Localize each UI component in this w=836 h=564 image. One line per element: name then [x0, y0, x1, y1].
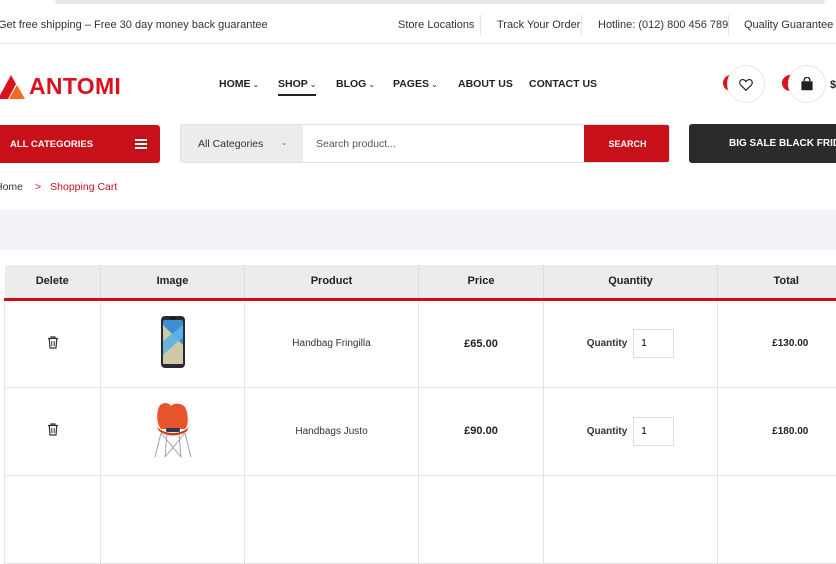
- breadcrumb-current: Shopping Cart: [50, 181, 117, 193]
- nav-shop[interactable]: SHOP⌄: [278, 78, 316, 90]
- store-locations-link[interactable]: Store Locations: [398, 19, 474, 31]
- breadcrumb-home[interactable]: Home: [0, 181, 23, 193]
- nav-about-us[interactable]: ABOUT US: [458, 78, 513, 90]
- table-row: [5, 475, 836, 563]
- price-cell: £90.00: [419, 387, 544, 475]
- image-cell: [101, 387, 245, 475]
- nav-pages[interactable]: PAGES⌄: [393, 78, 438, 90]
- cart-amount: $: [830, 79, 836, 91]
- nav-contact-us[interactable]: CONTACT US: [529, 78, 597, 90]
- trash-icon[interactable]: [47, 423, 59, 436]
- header-image: Image: [101, 265, 245, 299]
- cart-button[interactable]: [788, 65, 826, 103]
- search-button[interactable]: SEARCH: [584, 124, 670, 163]
- header-product: Product: [245, 265, 419, 299]
- delete-cell: [5, 387, 101, 475]
- header-price: Price: [419, 265, 544, 299]
- breadcrumb: Home > Shopping Cart: [0, 181, 117, 193]
- nav-home[interactable]: HOME⌄: [219, 78, 259, 90]
- divider: [728, 15, 729, 35]
- scroll-thumb[interactable]: [55, 0, 825, 4]
- top-bar: Get free shipping – Free 30 day money ba…: [0, 6, 836, 44]
- sale-banner-text: BIG SALE BLACK FRIDAY: [729, 138, 836, 149]
- logo-mark-icon: [0, 71, 26, 101]
- product-name[interactable]: Handbags Justo: [245, 387, 419, 475]
- orange-chair-image[interactable]: [151, 401, 195, 459]
- quantity-cell: Quantity: [544, 299, 718, 387]
- trash-icon[interactable]: [47, 336, 59, 349]
- table-header-row: Delete Image Product Price Quantity Tota…: [5, 265, 836, 299]
- table-row: Handbag Fringilla £65.00 Quantity £130.0…: [5, 299, 836, 387]
- site-header: ANTOMI HOME⌄ SHOP⌄ BLOG⌄ PAGES⌄ ABOUT US…: [0, 45, 836, 123]
- quantity-cell: Quantity: [544, 387, 718, 475]
- chevron-down-icon: ⌄: [310, 80, 317, 89]
- category-select[interactable]: All Categories ⌄: [181, 125, 303, 162]
- table-row: Handbags Justo £90.00 Quantity £180.00: [5, 387, 836, 475]
- sale-banner[interactable]: BIG SALE BLACK FRIDAY: [689, 124, 836, 163]
- delete-cell: [5, 299, 101, 387]
- header-delete: Delete: [5, 265, 101, 299]
- chevron-down-icon: ⌄: [431, 80, 438, 89]
- quantity-input[interactable]: [633, 417, 674, 446]
- promo-text: Get free shipping – Free 30 day money ba…: [0, 19, 268, 31]
- smartphone-image[interactable]: [160, 315, 186, 369]
- quality-guarantee-link[interactable]: Quality Guarantee Of: [744, 19, 836, 31]
- cart-table: Delete Image Product Price Quantity Tota…: [4, 265, 836, 564]
- track-order-link[interactable]: Track Your Order: [497, 19, 580, 31]
- wishlist-button[interactable]: [727, 65, 765, 103]
- header-quantity: Quantity: [544, 265, 718, 299]
- category-select-value: All Categories: [198, 138, 263, 150]
- breadcrumb-separator: >: [35, 181, 41, 193]
- image-cell: [101, 299, 245, 387]
- heart-icon: [739, 78, 753, 91]
- hamburger-icon: [135, 139, 147, 149]
- all-categories-label: ALL CATEGORIES: [10, 139, 93, 150]
- quantity-label: Quantity: [587, 426, 628, 437]
- search-input[interactable]: [303, 125, 584, 162]
- quantity-label: Quantity: [587, 338, 628, 349]
- product-name[interactable]: Handbag Fringilla: [245, 299, 419, 387]
- chevron-down-icon: ⌄: [368, 80, 375, 89]
- logo[interactable]: ANTOMI: [0, 71, 121, 101]
- quantity-input[interactable]: [633, 329, 674, 358]
- price-cell: £65.00: [419, 299, 544, 387]
- all-categories-button[interactable]: ALL CATEGORIES: [0, 125, 160, 163]
- header-total: Total: [718, 265, 836, 299]
- total-cell: £180.00: [718, 387, 836, 475]
- logo-text: ANTOMI: [29, 73, 121, 100]
- hotline-text: Hotline: (012) 800 456 789: [598, 19, 728, 31]
- divider: [480, 15, 481, 35]
- nav-blog[interactable]: BLOG⌄: [336, 78, 375, 90]
- divider: [581, 15, 582, 35]
- chevron-down-icon: ⌄: [253, 80, 260, 89]
- search-bar: All Categories ⌄ SEARCH: [180, 124, 670, 163]
- page-title-band: [0, 210, 836, 250]
- chevron-down-icon: ⌄: [281, 138, 288, 147]
- total-cell: £130.00: [718, 299, 836, 387]
- shopping-bag-icon: [800, 77, 814, 91]
